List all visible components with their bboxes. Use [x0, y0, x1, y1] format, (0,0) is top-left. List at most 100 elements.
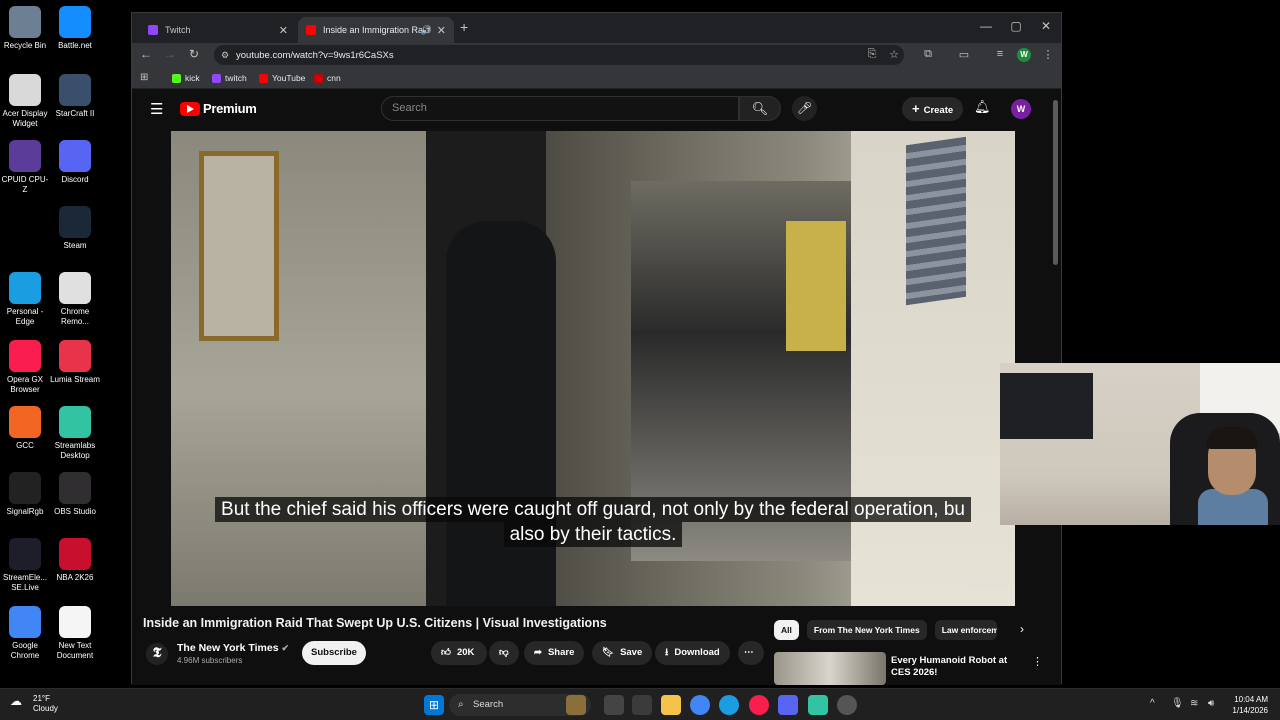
volume-icon[interactable]: 🔊︎ [1208, 698, 1214, 709]
opera-gx-taskbar-icon[interactable] [749, 695, 769, 715]
menu-dots-icon[interactable]: ⋮ [1040, 48, 1056, 61]
desktop-shortcut[interactable]: Opera GX Browser [0, 340, 50, 395]
desktop-shortcut-label: Acer Display Widget [2, 109, 48, 128]
recommended-title[interactable]: Every Humanoid Robot at CES 2026! [891, 655, 1021, 679]
apps-grid-icon[interactable]: ⊞ [140, 72, 148, 83]
video-player[interactable]: But the chief said his officers were cau… [171, 131, 1015, 606]
desktop-shortcut[interactable]: Chrome Remo... [50, 272, 100, 327]
maximize-icon[interactable]: ▢ [1006, 19, 1026, 33]
desktop-shortcut-label: Steam [63, 241, 87, 250]
extensions-icon[interactable]: ⧉ [920, 48, 936, 61]
mic-tray-icon[interactable]: 🎙︎ [1171, 698, 1184, 709]
page-scrollbar-thumb[interactable] [1053, 100, 1058, 265]
streamlabs-taskbar-icon[interactable] [808, 695, 828, 715]
desktop-shortcut[interactable]: Discord [50, 140, 100, 185]
subscribe-button[interactable]: Subscribe [302, 641, 366, 665]
settings-taskbar-icon[interactable] [837, 695, 857, 715]
account-avatar[interactable]: W [1011, 99, 1031, 119]
bookmark-label: cnn [327, 73, 341, 83]
task-view-icon[interactable] [604, 695, 624, 715]
chip-law-enforcement[interactable]: Law enforcem [934, 620, 997, 640]
desktop-shortcut[interactable]: Personal - Edge [0, 272, 50, 327]
nyt-channel-icon[interactable]: 𝕿 [146, 643, 168, 665]
mic-icon: 🎤︎ [796, 101, 813, 115]
recommended-thumbnail[interactable] [774, 652, 886, 685]
save-button[interactable]: 🔖︎ Save [592, 641, 653, 665]
channel-name[interactable]: The New York Times ✔ [177, 642, 289, 654]
search-button[interactable]: 🔍︎ [739, 96, 781, 121]
desktop-shortcut[interactable]: OBS Studio [50, 472, 100, 517]
share-button[interactable]: ➦ Share [524, 641, 585, 665]
bookmark-kick[interactable]: kick [172, 73, 200, 83]
new-tab-icon[interactable]: + [460, 19, 468, 35]
chip-from-channel[interactable]: From The New York Times [806, 620, 927, 640]
downloads-icon[interactable]: ≡ [992, 48, 1008, 60]
address-bar[interactable]: ⚙ youtube.com/watch?v=9ws1r6CaSXs [214, 45, 904, 65]
desktop-shortcut[interactable]: GCC [0, 406, 50, 451]
split-view-icon[interactable]: ▭ [956, 48, 972, 61]
desktop-shortcut[interactable]: StreamEle... SE.Live [0, 538, 50, 593]
webcam-overlay [1000, 363, 1280, 525]
reload-icon[interactable]: ↻ [186, 47, 202, 61]
tray-chevron-icon[interactable]: ^ [1150, 698, 1155, 709]
desktop-shortcut[interactable]: Streamlabs Desktop [50, 406, 100, 461]
chip-all[interactable]: All [774, 620, 799, 640]
taskbar: ☁ 21°F Cloudy ⊞ ⌕ Search ^ 🎙︎ ≋ 🔊︎ 10:04… [0, 688, 1280, 720]
desktop-shortcut[interactable]: Steam [50, 206, 100, 251]
app-icon[interactable] [632, 695, 652, 715]
desktop-shortcut[interactable]: Acer Display Widget [0, 74, 50, 129]
profile-avatar[interactable]: W [1017, 48, 1031, 62]
install-app-icon[interactable]: ⎘ [864, 48, 880, 61]
desktop-shortcut[interactable]: Recycle Bin [0, 6, 50, 51]
chrome-taskbar-icon[interactable] [690, 695, 710, 715]
hamburger-menu-icon[interactable]: ☰ [150, 100, 163, 118]
like-button[interactable]: 👍︎ 20K [431, 641, 487, 665]
dislike-button[interactable]: 👎︎ [489, 641, 519, 665]
create-button[interactable]: + Create [902, 97, 964, 121]
start-icon[interactable]: ⊞ [424, 695, 444, 715]
weather-widget[interactable]: ☁ 21°F Cloudy [10, 694, 58, 714]
desktop-shortcut[interactable]: NBA 2K26 [50, 538, 100, 583]
clock[interactable]: 10:04 AM 1/14/2026 [1232, 694, 1268, 716]
bookmark-youtube[interactable]: YouTube [259, 73, 305, 83]
twitch-icon [212, 73, 221, 83]
tab-youtube[interactable]: Inside an Immigration Raid 🔊 ✕ [298, 17, 454, 43]
more-actions-button[interactable]: ⋯ [738, 641, 764, 665]
minimize-icon[interactable]: — [976, 19, 996, 33]
file-explorer-icon[interactable] [661, 695, 681, 715]
desktop-shortcut[interactable]: Google Chrome [0, 606, 50, 661]
desktop-shortcut[interactable]: CPUID CPU-Z [0, 140, 50, 195]
more-vertical-icon[interactable]: ⋮ [1032, 655, 1043, 668]
chevron-right-icon[interactable]: › [1020, 622, 1024, 636]
desktop-shortcut[interactable]: SignalRgb [0, 472, 50, 517]
desktop-shortcut[interactable]: New Text Document [50, 606, 100, 661]
subscribe-watermark[interactable]: SUBSCRIBE [966, 583, 1007, 590]
close-tab-icon[interactable]: ✕ [437, 24, 446, 37]
desktop-shortcut[interactable]: StarCraft II [50, 74, 100, 119]
widgets-icon[interactable] [566, 695, 586, 715]
edge-taskbar-icon[interactable] [719, 695, 739, 715]
back-icon[interactable]: ← [138, 47, 154, 61]
discord-taskbar-icon[interactable] [778, 695, 798, 715]
download-button[interactable]: ⭳ Download [655, 641, 730, 665]
close-tab-icon[interactable]: ✕ [279, 24, 288, 37]
close-window-icon[interactable]: ✕ [1036, 19, 1056, 33]
desktop-shortcut[interactable]: Battle.net [50, 6, 100, 51]
desktop-shortcut-label: SignalRgb [6, 507, 44, 516]
search-input[interactable]: Search [381, 96, 739, 121]
bookmark-cnn[interactable]: cnn [314, 73, 341, 83]
voice-search-button[interactable]: 🎤︎ [792, 96, 817, 121]
site-info-icon[interactable]: ⚙ [221, 50, 229, 61]
notifications-bell-icon[interactable]: 🔔︎ [974, 99, 991, 115]
forward-icon[interactable]: → [162, 47, 178, 61]
wifi-icon[interactable]: ≋ [1190, 698, 1198, 709]
edge-icon [9, 272, 41, 304]
bookmark-star-icon[interactable]: ☆ [886, 48, 902, 61]
desktop-shortcut[interactable]: Lumia Stream [50, 340, 100, 385]
lumia-icon [59, 340, 91, 372]
speaker-icon[interactable]: 🔊 [421, 25, 432, 36]
chrome-icon [9, 606, 41, 638]
bookmark-twitch[interactable]: twitch [212, 73, 247, 83]
tab-twitch[interactable]: Twitch ✕ [140, 17, 296, 43]
youtube-logo[interactable]: Premium [180, 101, 257, 116]
